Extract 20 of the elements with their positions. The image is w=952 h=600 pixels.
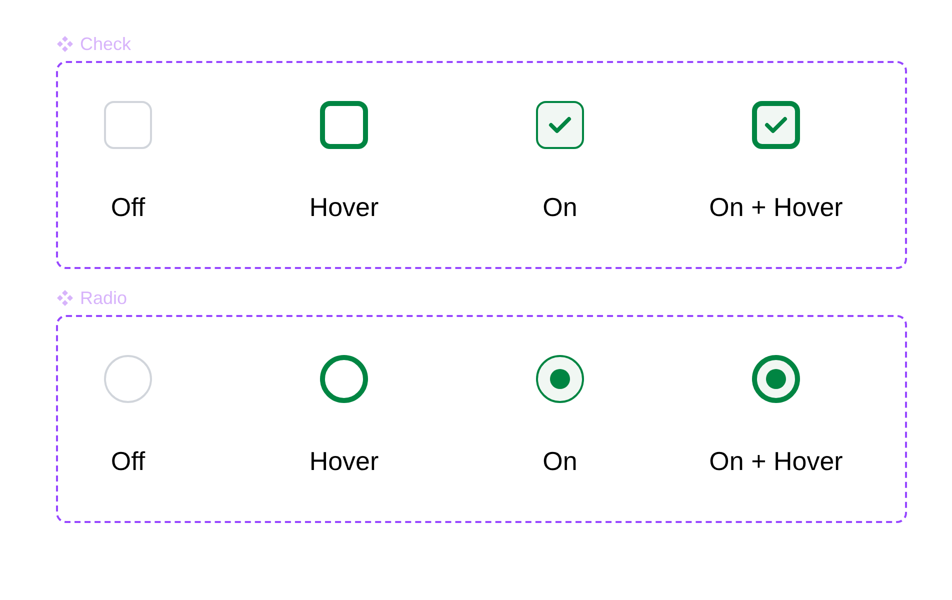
checkmark-icon [548, 116, 572, 134]
component-icon [56, 35, 74, 53]
radio-button[interactable] [320, 355, 368, 403]
component-set-label: Check [80, 33, 132, 55]
component-set-label: Radio [80, 287, 128, 309]
checkmark-icon [764, 116, 788, 134]
component-icon [56, 289, 74, 307]
checkbox[interactable] [320, 101, 368, 149]
variant-label: Hover [309, 445, 379, 477]
radio-button[interactable] [536, 355, 584, 403]
variant-label: On + Hover [709, 445, 843, 477]
variant-label: Off [110, 445, 146, 477]
variant-label: Hover [309, 191, 379, 223]
variant-label: On [542, 445, 578, 477]
variant-label: On + Hover [709, 191, 843, 223]
radio-button[interactable] [752, 355, 800, 403]
variant-label: On [542, 191, 578, 223]
checkbox[interactable] [536, 101, 584, 149]
variant-label: Off [110, 191, 146, 223]
checkbox[interactable] [752, 101, 800, 149]
